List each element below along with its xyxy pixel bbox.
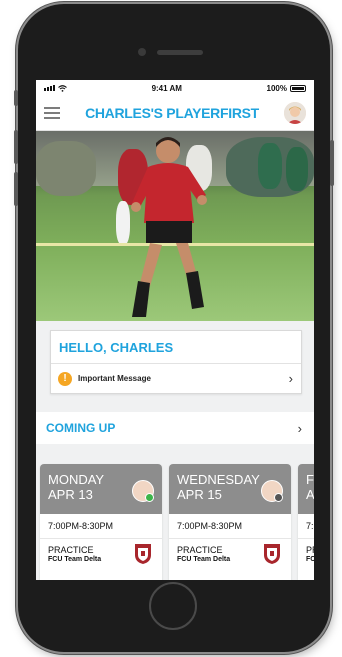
event-cards: MONDAY APR 13 7:00PM-8:30PM PRACTICE FCU…: [40, 464, 314, 580]
hero-image: [36, 131, 314, 321]
chevron-right-icon: ›: [288, 371, 293, 386]
event-card[interactable]: WEDNESDAY APR 15 7:00PM-8:30PM PRACTICE …: [169, 464, 291, 580]
status-dot: [145, 493, 154, 502]
coming-up-title: COMING UP: [46, 421, 116, 435]
chevron-right-icon: ›: [297, 420, 302, 436]
volume-down-button: [14, 172, 18, 206]
event-card[interactable]: MONDAY APR 13 7:00PM-8:30PM PRACTICE FCU…: [40, 464, 162, 580]
status-dot: [274, 493, 283, 502]
important-message-row[interactable]: ! Important Message ›: [51, 364, 301, 393]
greeting-card: HELLO, CHARLES ! Important Message ›: [50, 330, 302, 394]
event-time: 7:: [298, 514, 314, 539]
warning-icon: !: [58, 371, 72, 386]
signal-icon: [44, 85, 55, 91]
battery-percent: 100%: [266, 83, 287, 93]
event-team: FC: [306, 556, 314, 563]
status-bar: 9:41 AM 100%: [36, 80, 314, 96]
team-crest-icon: [264, 544, 280, 564]
volume-up-button: [14, 130, 18, 164]
wifi-icon: [58, 84, 67, 92]
menu-icon[interactable]: [44, 107, 60, 119]
status-time: 9:41 AM: [151, 83, 182, 93]
avatar: [261, 480, 283, 502]
event-date: A: [306, 487, 314, 502]
event-type: PR: [306, 545, 314, 555]
event-time: 7:00PM-8:30PM: [169, 514, 291, 539]
mute-switch: [14, 90, 18, 106]
app-title: CHARLES'S PLAYERFIRST: [85, 105, 259, 121]
team-crest-icon: [135, 544, 151, 564]
avatar: [132, 480, 154, 502]
power-button: [330, 140, 334, 186]
app-header: CHARLES'S PLAYERFIRST: [36, 96, 314, 131]
event-day: F: [306, 472, 314, 487]
phone-frame: 9:41 AM 100% CHARLES'S PLAYERFIRST HELLO…: [14, 4, 334, 652]
profile-avatar[interactable]: [284, 102, 306, 124]
soccer-player: [131, 137, 207, 317]
greeting-title: HELLO, CHARLES: [51, 331, 301, 364]
event-time: 7:00PM-8:30PM: [40, 514, 162, 539]
earpiece-speaker: [157, 50, 203, 55]
battery-icon: [289, 84, 306, 92]
home-button[interactable]: [149, 582, 197, 630]
app-screen: 9:41 AM 100% CHARLES'S PLAYERFIRST HELLO…: [36, 80, 314, 580]
important-message-label: Important Message: [78, 374, 151, 383]
coming-up-header[interactable]: COMING UP ›: [36, 412, 314, 444]
front-camera: [138, 48, 146, 56]
event-card[interactable]: F A 7: PR FC: [298, 464, 314, 580]
